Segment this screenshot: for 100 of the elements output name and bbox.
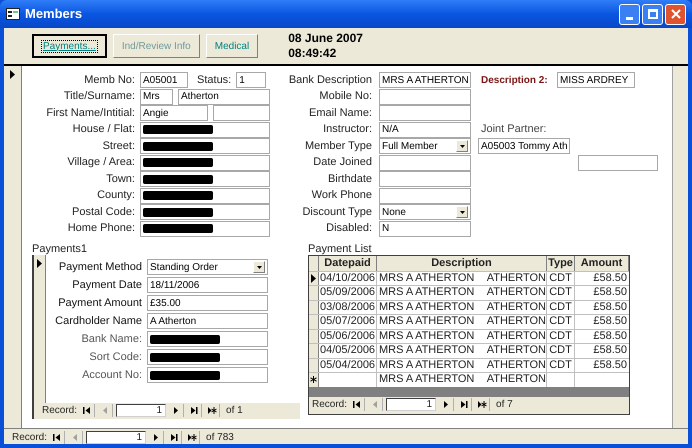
input-field[interactable]: [379, 171, 471, 187]
input-field[interactable]: [140, 220, 270, 236]
redaction-mark: [143, 191, 213, 200]
input-field[interactable]: [140, 171, 270, 187]
input-field[interactable]: 1: [236, 72, 266, 88]
maximize-button[interactable]: [642, 4, 663, 24]
dropdown-field[interactable]: None: [379, 204, 471, 220]
input-field[interactable]: [147, 367, 268, 383]
field-label: Discount Type: [301, 204, 372, 220]
record-label: Record:: [312, 398, 348, 412]
table-cell-text: MRS A ATHERTON: [379, 344, 476, 358]
record-number-field[interactable]: 1: [386, 398, 436, 411]
field-label: Mobile No:: [318, 89, 372, 104]
input-field[interactable]: Atherton: [178, 88, 270, 104]
dropdown-field[interactable]: Standing Order: [147, 259, 268, 275]
table-cell-text: MRS A ATHERTON: [379, 315, 476, 328]
toolbar-button[interactable]: Medical: [206, 34, 258, 58]
table-cell-text: £58.50: [592, 344, 628, 358]
minimize-button[interactable]: [619, 4, 640, 24]
table-cell: ATHERTON: [486, 300, 546, 314]
subform-title: Payments1: [32, 242, 88, 254]
record-count: of 1: [226, 404, 243, 418]
last-record-icon: [170, 432, 179, 442]
field-label: Instructor:: [322, 122, 372, 138]
redaction-mark: [143, 158, 213, 167]
field-label: Street:: [102, 138, 135, 154]
input-field[interactable]: [147, 349, 268, 365]
input-field[interactable]: Mrs: [140, 88, 173, 104]
input-field[interactable]: [379, 154, 471, 170]
input-field[interactable]: [140, 138, 270, 154]
record-count: of 7: [496, 398, 513, 412]
input-field[interactable]: [140, 154, 270, 170]
row-selector[interactable]: [309, 373, 319, 386]
new-record-button[interactable]: [185, 430, 200, 444]
input-field[interactable]: N/A: [379, 122, 471, 138]
previous-record-icon: [370, 400, 380, 409]
dropdown-button[interactable]: [253, 261, 265, 273]
new-record-icon: [188, 432, 197, 442]
record-number-field[interactable]: 1: [116, 404, 166, 417]
field-label: Memb No:: [83, 72, 135, 88]
input-field[interactable]: £35.00: [147, 295, 268, 311]
input-field[interactable]: [140, 188, 270, 204]
subform-title: Payment List: [308, 242, 373, 254]
input-field[interactable]: A05001: [140, 72, 188, 88]
input-field[interactable]: Angie: [140, 105, 208, 121]
input-field[interactable]: [147, 331, 268, 347]
row-selector[interactable]: [309, 272, 319, 285]
input-field[interactable]: [213, 105, 270, 121]
input-field[interactable]: [379, 188, 471, 204]
record-count: of 783: [206, 430, 234, 444]
input-field[interactable]: [140, 204, 270, 220]
field-label: Birthdate: [326, 172, 372, 187]
table-cell-text: MRS A ATHERTON: [379, 330, 476, 343]
current-record-icon: [10, 70, 15, 79]
current-record-icon: [311, 274, 316, 283]
table-cell: ATHERTON: [486, 330, 546, 343]
caret-icon: [460, 210, 464, 214]
input-field[interactable]: MISS ARDREY: [557, 72, 635, 88]
field-label: Village / Area:: [66, 155, 135, 170]
first-record-icon: [82, 406, 92, 415]
field-label: Title/Surname:: [62, 89, 135, 104]
input-field[interactable]: MRS A ATHERTON: [379, 72, 471, 88]
table-cell-text: £58.50: [592, 330, 628, 343]
first-record-button[interactable]: [350, 398, 366, 411]
table-cell: ATHERTON: [486, 358, 546, 372]
input-field[interactable]: A05003 Tommy Ath: [478, 138, 570, 154]
record-label: Record:: [42, 404, 78, 418]
field-label: Member Type: [304, 138, 372, 154]
table-cell: ATHERTON: [486, 315, 546, 328]
new-record-button[interactable]: [475, 398, 490, 411]
table-cell: ATHERTON: [486, 286, 546, 300]
input-field[interactable]: [379, 88, 471, 104]
input-field[interactable]: 18/11/2006: [147, 277, 268, 293]
last-record-icon: [190, 406, 199, 415]
field-label: Bank Name:: [80, 332, 142, 347]
form-icon: [6, 8, 20, 20]
field-label: Sort Code:: [88, 350, 142, 365]
table-cell: ATHERTON: [486, 344, 546, 358]
close-button[interactable]: [665, 4, 686, 24]
record-number-field[interactable]: 1: [86, 430, 146, 444]
input-field[interactable]: [379, 105, 471, 121]
current-record-icon: [37, 258, 42, 268]
toolbar-button[interactable]: Payments...: [32, 34, 107, 58]
table-cell: ATHERTON: [486, 373, 546, 386]
previous-record-icon: [100, 406, 110, 415]
dropdown-button[interactable]: [456, 206, 468, 218]
input-field[interactable]: A Atherton: [147, 313, 268, 329]
input-field[interactable]: N: [379, 220, 471, 236]
field-label: Status:: [197, 72, 232, 88]
table-cell-text: £58.50: [592, 358, 628, 372]
first-record-button[interactable]: [50, 430, 66, 444]
last-record-icon: [460, 400, 469, 409]
table-cell-text: MRS A ATHERTON: [379, 300, 476, 314]
input-field[interactable]: [578, 154, 658, 170]
dropdown-button[interactable]: [456, 140, 468, 152]
dropdown-field[interactable]: Full Member: [379, 138, 471, 154]
first-record-button[interactable]: [80, 404, 96, 417]
table-cell-text: MRS A ATHERTON: [379, 358, 476, 372]
new-record-button[interactable]: [205, 404, 220, 417]
input-field[interactable]: [140, 122, 270, 138]
